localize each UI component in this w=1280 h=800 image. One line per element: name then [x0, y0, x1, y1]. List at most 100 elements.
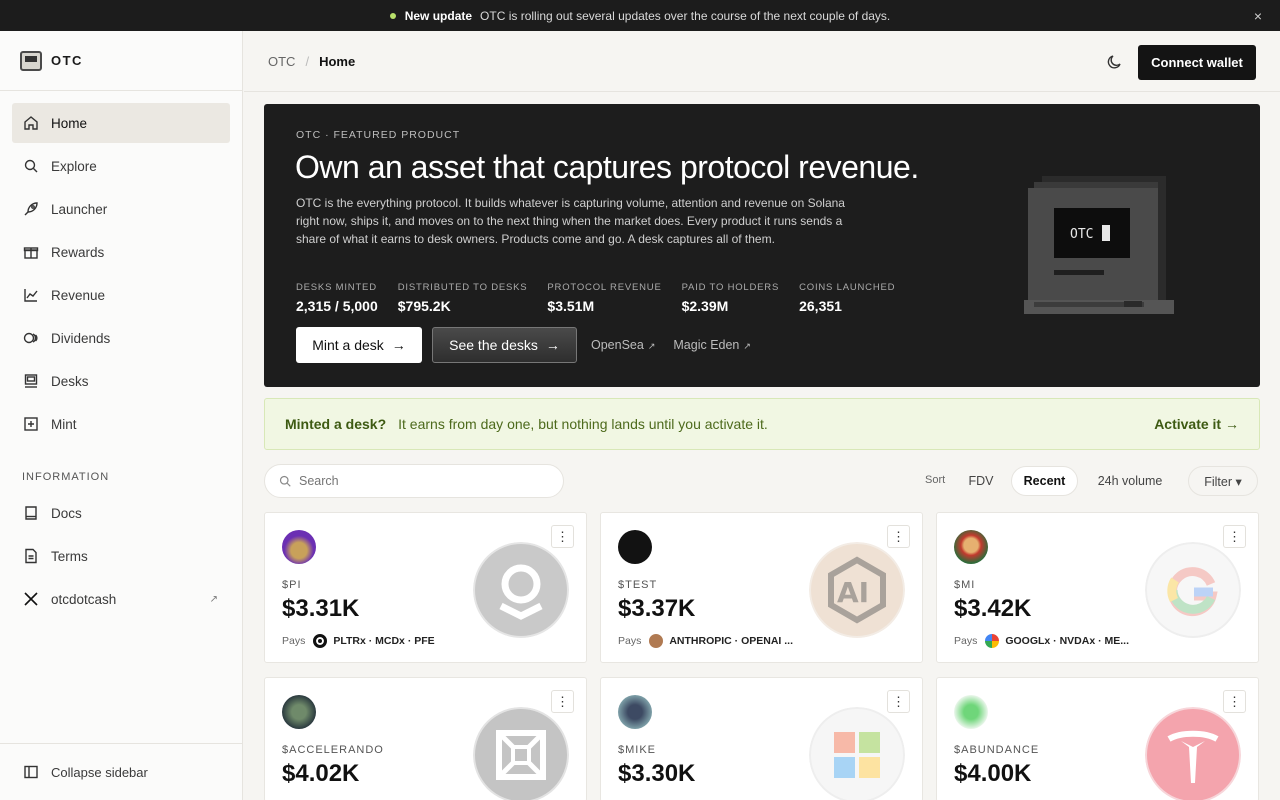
- magic-eden-link[interactable]: Magic Eden ↗: [673, 338, 751, 352]
- avatar: [618, 530, 652, 564]
- sidebar-item-revenue[interactable]: Revenue: [12, 275, 230, 315]
- palantir-icon: [313, 634, 328, 648]
- link-label: Magic Eden: [673, 338, 740, 352]
- coins-icon: [23, 330, 39, 346]
- more-options-icon[interactable]: ⋮: [887, 690, 910, 713]
- breadcrumb-root[interactable]: OTC: [268, 54, 295, 69]
- sort-recent[interactable]: Recent: [1011, 466, 1078, 496]
- coin-card[interactable]: ⋮ $ACCELERANDO $4.02K: [264, 677, 587, 800]
- mint-desk-button[interactable]: Mint a desk →: [296, 327, 422, 363]
- opensea-link[interactable]: OpenSea ↗: [591, 338, 655, 352]
- frame-icon: [473, 707, 569, 800]
- collapse-label: Collapse sidebar: [51, 764, 148, 780]
- activate-banner: Minted a desk? It earns from day one, bu…: [264, 398, 1260, 450]
- computer-icon: [23, 373, 39, 389]
- anthropic-icon: AI: [809, 542, 905, 638]
- sort-24h-volume[interactable]: 24h volume: [1086, 466, 1174, 496]
- tesla-icon: [1145, 707, 1241, 800]
- sidebar-item-explore[interactable]: Explore: [12, 146, 230, 186]
- coin-ticker: $MIKE: [618, 744, 657, 756]
- sidebar-item-label: otcdotcash: [51, 591, 117, 607]
- sidebar-item-terms[interactable]: Terms: [12, 536, 230, 576]
- sidebar-item-label: Explore: [51, 158, 97, 174]
- pays-label: Pays: [618, 635, 642, 647]
- close-icon[interactable]: ×: [1254, 8, 1262, 24]
- filter-button[interactable]: Filter ▾: [1188, 466, 1258, 496]
- hero-title: Own an asset that captures protocol reve…: [295, 149, 919, 185]
- more-options-icon[interactable]: ⋮: [1223, 525, 1246, 548]
- coin-card[interactable]: ⋮ $MI $3.42K Pays GOOGLx · NVDAx · ME...: [936, 512, 1259, 663]
- sidebar-item-label: Terms: [51, 548, 88, 564]
- stat-label: DISTRIBUTED TO DESKS: [397, 282, 528, 293]
- brand-name: OTC: [51, 53, 83, 68]
- button-label: Mint a desk: [312, 337, 384, 353]
- google-icon: [1145, 542, 1241, 638]
- sidebar-item-launcher[interactable]: Launcher: [12, 189, 230, 229]
- coin-price: $3.30K: [618, 760, 696, 787]
- activate-link[interactable]: Activate it →: [1154, 416, 1239, 432]
- document-icon: [23, 548, 39, 564]
- arrow-right-icon: →: [391, 337, 406, 353]
- pixel-computer-illustration: OTC: [1024, 176, 1174, 314]
- stat-protocol-revenue: PROTOCOL REVENUE $3.51M: [547, 282, 661, 314]
- gift-icon: [23, 244, 39, 260]
- pays-list: PLTRx · MCDx · PFE: [333, 635, 435, 647]
- sidebar-item-mint[interactable]: Mint: [12, 404, 230, 444]
- collapse-sidebar-button[interactable]: Collapse sidebar: [0, 743, 242, 800]
- pays-label: Pays: [954, 635, 978, 647]
- announcement-title: New update: [404, 8, 473, 23]
- coin-price: $4.02K: [282, 760, 360, 787]
- stat-label: PAID TO HOLDERS: [681, 282, 780, 293]
- sidebar-item-docs[interactable]: Docs: [12, 493, 230, 533]
- sidebar-item-rewards[interactable]: Rewards: [12, 232, 230, 272]
- announcement-text: OTC is rolling out several updates over …: [480, 8, 891, 23]
- coin-card[interactable]: ⋮ $MIKE $3.30K: [600, 677, 923, 800]
- hero-description: OTC is the everything protocol. It build…: [296, 196, 845, 247]
- google-icon: [985, 634, 1000, 648]
- more-options-icon[interactable]: ⋮: [887, 525, 910, 548]
- status-dot: [389, 12, 396, 19]
- sidebar-item-dividends[interactable]: Dividends: [12, 318, 230, 358]
- more-options-icon[interactable]: ⋮: [551, 525, 574, 548]
- brand[interactable]: OTC: [0, 31, 242, 91]
- coin-pays: Pays PLTRx · MCDx · PFE: [282, 634, 435, 648]
- avatar: [282, 695, 316, 729]
- page-header: OTC / Home Connect wallet: [244, 31, 1280, 92]
- sidebar-item-otcdotcash[interactable]: otcdotcash ↗: [12, 579, 230, 619]
- microsoft-icon: [809, 707, 905, 800]
- sidebar-item-home[interactable]: Home: [12, 103, 230, 143]
- search-box: [264, 464, 564, 498]
- x-logo-icon: [23, 591, 39, 607]
- coin-price: $3.31K: [282, 595, 360, 622]
- external-link-icon: ↗: [743, 341, 751, 351]
- coin-card[interactable]: ⋮ $TEST $3.37K Pays ANTHROPIC · OPENAI .…: [600, 512, 923, 663]
- section-label-information: INFORMATION: [22, 471, 110, 483]
- main-nav: Home Explore Launcher Rewards Revenue Di…: [0, 91, 242, 444]
- connect-wallet-button[interactable]: Connect wallet: [1138, 45, 1256, 80]
- dark-mode-toggle-icon[interactable]: [1106, 53, 1124, 71]
- palantir-icon: [473, 542, 569, 638]
- coin-card[interactable]: ⋮ $ABUNDANCE $4.00K: [936, 677, 1259, 800]
- coin-price: $4.00K: [954, 760, 1032, 787]
- stat-label: PROTOCOL REVENUE: [547, 282, 662, 293]
- featured-hero: OTC · FEATURED PRODUCT Own an asset that…: [264, 104, 1260, 387]
- pays-label: Pays: [282, 635, 306, 647]
- hero-eyebrow: OTC · FEATURED PRODUCT: [296, 129, 461, 141]
- sidebar-item-label: Home: [51, 115, 88, 131]
- stat-value: $2.39M: [681, 298, 729, 314]
- sort-label: Sort: [925, 474, 946, 486]
- coin-price: $3.42K: [954, 595, 1032, 622]
- search-input[interactable]: [299, 474, 539, 488]
- see-desks-button[interactable]: See the desks →: [432, 327, 577, 363]
- more-options-icon[interactable]: ⋮: [551, 690, 574, 713]
- rocket-icon: [23, 201, 39, 217]
- sort-fdv[interactable]: FDV: [958, 466, 1004, 496]
- anthropic-icon: [649, 634, 664, 648]
- coin-card[interactable]: ⋮ $PI $3.31K Pays PLTRx · MCDx · PFE: [264, 512, 587, 663]
- sidebar-item-label: Revenue: [51, 287, 106, 303]
- link-label: OpenSea: [591, 338, 644, 352]
- hero-art-text: OTC: [1070, 227, 1093, 242]
- more-options-icon[interactable]: ⋮: [1223, 690, 1246, 713]
- book-icon: [23, 505, 39, 521]
- sidebar-item-desks[interactable]: Desks: [12, 361, 230, 401]
